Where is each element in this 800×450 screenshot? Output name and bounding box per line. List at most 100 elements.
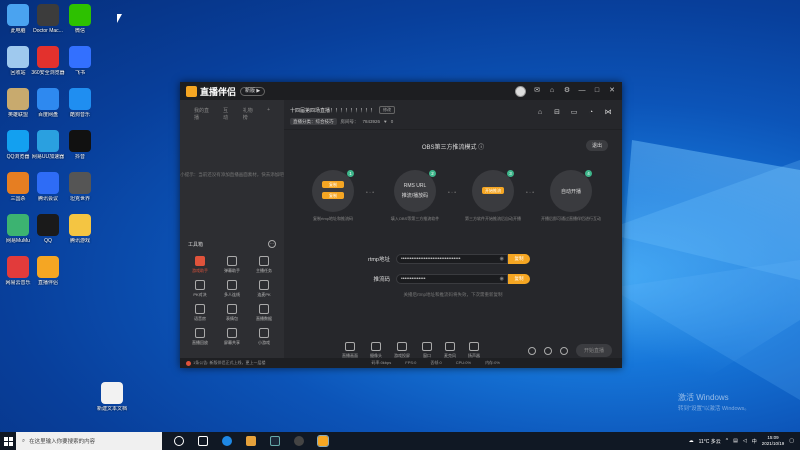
right-controls: 开始直播 bbox=[527, 344, 612, 357]
windows-logo-icon bbox=[3, 436, 13, 446]
tool-item[interactable]: 游戏助手 bbox=[184, 256, 216, 274]
stream-key-field[interactable]: •••••••••••••• ◉ bbox=[396, 274, 508, 284]
app-icon bbox=[69, 214, 91, 236]
tab-gift-rank[interactable]: 礼物榜 bbox=[243, 107, 257, 121]
notification-icon[interactable]: ▢ bbox=[789, 438, 794, 444]
tool-item[interactable]: 直播数据 bbox=[248, 304, 280, 322]
taskbar: ⌕ 在这里输入你要搜索的内容 ☁ 11°C 多云 ^ ▤ ◁ 中 15:09 2… bbox=[0, 432, 800, 450]
app-icon bbox=[37, 214, 59, 236]
clock[interactable]: 15:09 2021/10/19 bbox=[762, 435, 785, 447]
task-view-icon[interactable] bbox=[198, 436, 208, 446]
copy-key-button[interactable]: 复制 bbox=[508, 274, 530, 284]
eye-icon[interactable]: ◉ bbox=[500, 275, 507, 283]
toolbox-more-button[interactable]: ··· bbox=[268, 240, 276, 248]
desktop-icon[interactable]: 坦克世界 bbox=[58, 172, 102, 202]
cortana-icon[interactable] bbox=[174, 436, 184, 446]
source-tool[interactable]: 麦克风 bbox=[444, 342, 456, 359]
desktop-icon[interactable]: 飞书 bbox=[58, 46, 102, 76]
weather-icon: ☁ bbox=[688, 438, 694, 444]
desktop-icon[interactable]: 酷狗音乐 bbox=[58, 88, 102, 118]
tool-item[interactable]: 直播回放 bbox=[184, 328, 216, 346]
step-description: 第三方软件开始推流后自动开播 bbox=[465, 216, 521, 221]
desktop-icon-label: 直播伴侣 bbox=[37, 280, 58, 286]
lock-icon[interactable]: ⊟ bbox=[553, 109, 561, 117]
stat-item: 码率:0kbps bbox=[371, 360, 392, 365]
main-panel: 十四届第四场直播！！！！！！！！！ 修改 直播分类：综合技巧 房间号： 7843… bbox=[284, 100, 622, 368]
ime-icon[interactable]: 中 bbox=[752, 438, 757, 445]
copy-rtmp-button[interactable]: 复制 bbox=[508, 254, 530, 264]
rtmp-field[interactable]: •••••••••••••••••••••••••••••••••• ◉ bbox=[396, 254, 508, 264]
tool-item[interactable]: 屏幕共享 bbox=[216, 328, 248, 346]
desktop-icon[interactable]: 抖音 bbox=[58, 130, 102, 160]
eye-icon[interactable]: ◉ bbox=[500, 255, 507, 263]
tray-arrow-icon[interactable]: ^ bbox=[726, 438, 728, 444]
preview-icon[interactable] bbox=[543, 346, 552, 355]
shop-icon[interactable]: ⌂ bbox=[536, 109, 544, 117]
wallpaper-light-beam bbox=[610, 260, 800, 400]
file-explorer-icon[interactable] bbox=[246, 436, 256, 446]
gift-icon[interactable]: ⌂ bbox=[548, 87, 556, 95]
tab-interact[interactable]: 互动 bbox=[223, 107, 233, 121]
tool-item[interactable]: 主播任务 bbox=[248, 256, 280, 274]
clock-date: 2021/10/19 bbox=[761, 441, 785, 446]
tool-item[interactable]: PK对决 bbox=[184, 280, 216, 298]
weather-text[interactable]: 11°C 多云 bbox=[699, 438, 721, 445]
start-button[interactable] bbox=[0, 432, 16, 450]
desktop-icon[interactable]: 腾讯游戏 bbox=[58, 214, 102, 244]
desktop-icon[interactable]: 直播伴侣 bbox=[26, 256, 70, 286]
tool-item[interactable]: 多人连线 bbox=[216, 280, 248, 298]
source-tool[interactable]: 扬声器 bbox=[468, 342, 480, 359]
steam-icon[interactable] bbox=[270, 436, 280, 446]
start-live-button[interactable]: 开始直播 bbox=[575, 344, 612, 357]
minimize-icon[interactable]: — bbox=[578, 87, 586, 95]
source-tool[interactable]: 游戏投屏 bbox=[394, 342, 410, 359]
tool-label: 语音房 bbox=[194, 316, 206, 321]
obs-icon[interactable] bbox=[294, 436, 304, 446]
tool-item[interactable]: 弹幕助手 bbox=[216, 256, 248, 274]
source-tool[interactable]: 直播画面 bbox=[342, 342, 358, 359]
toolbox-title: 工具箱 bbox=[188, 241, 204, 248]
share-icon[interactable]: ⋈ bbox=[604, 109, 612, 117]
version-badge[interactable]: 新版 ▶ bbox=[240, 86, 266, 96]
message-icon[interactable]: ✉ bbox=[533, 87, 541, 95]
edge-icon[interactable] bbox=[222, 436, 232, 446]
activation-watermark-sub: 转到"设置"以激活 Windows。 bbox=[678, 406, 750, 412]
close-icon[interactable]: ✕ bbox=[608, 87, 616, 95]
tab-my-live[interactable]: 我的直播 bbox=[194, 107, 213, 121]
desktop-icon[interactable]: 新建文本文档 bbox=[90, 382, 134, 412]
tool-label: 连麦PK bbox=[257, 292, 271, 297]
step-connector: • ◦ • bbox=[448, 190, 457, 196]
tool-item[interactable]: 语音房 bbox=[184, 304, 216, 322]
add-scene-button[interactable]: + bbox=[267, 107, 270, 121]
taskbar-search[interactable]: ⌕ 在这里输入你要搜索的内容 bbox=[16, 432, 162, 450]
desktop-icon[interactable]: 微信 bbox=[58, 4, 102, 34]
source-tool[interactable]: 窗口 bbox=[422, 342, 432, 359]
step-auto-live: 4 自动开播 bbox=[550, 170, 592, 212]
tool-icon bbox=[227, 280, 237, 290]
desktop-icon-label: 飞书 bbox=[74, 70, 85, 76]
exit-obs-mode-button[interactable]: 退出 bbox=[585, 140, 608, 151]
settings-icon[interactable]: ⚙ bbox=[563, 87, 571, 95]
settings-icon[interactable] bbox=[559, 346, 568, 355]
tool-item[interactable]: 小游戏 bbox=[248, 328, 280, 346]
maximize-icon[interactable]: □ bbox=[593, 87, 601, 95]
network-icon[interactable]: ▤ bbox=[733, 438, 738, 444]
rtmp-row: rtmp地址 •••••••••••••••••••••••••••••••••… bbox=[344, 254, 604, 264]
source-tool[interactable]: 摄像头 bbox=[370, 342, 382, 359]
room-label: 房间号： bbox=[340, 118, 359, 124]
notice-text[interactable]: 1条公告: 新版伴侣正式上线，更上一层楼 bbox=[193, 360, 265, 366]
edit-title-button[interactable]: 修改 bbox=[379, 106, 396, 114]
category-chip[interactable]: 直播分类：综合技巧 bbox=[290, 118, 337, 125]
tool-item[interactable]: 连麦PK bbox=[248, 280, 280, 298]
task-icon[interactable]: ▭ bbox=[570, 109, 578, 117]
volume-icon[interactable]: ◁ bbox=[743, 438, 747, 444]
bell-icon[interactable]: ◔ bbox=[587, 109, 595, 117]
avatar[interactable] bbox=[515, 85, 526, 97]
live-companion-taskbar-icon[interactable] bbox=[317, 435, 329, 447]
step-text: RMS URL bbox=[403, 183, 427, 189]
camera-flip-icon[interactable] bbox=[527, 346, 536, 355]
tool-item[interactable]: 表情包 bbox=[216, 304, 248, 322]
tool-icon bbox=[227, 256, 237, 266]
app-icon bbox=[69, 130, 91, 152]
tool-icon bbox=[195, 328, 205, 338]
